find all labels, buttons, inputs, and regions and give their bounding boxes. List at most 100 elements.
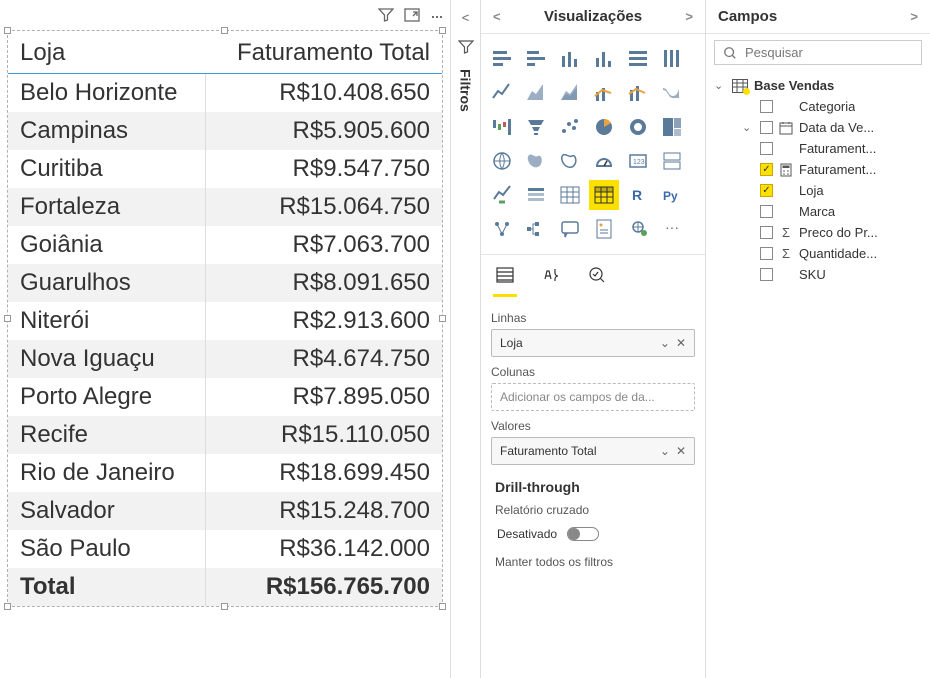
field-checkbox[interactable]: [760, 226, 773, 239]
field-checkbox[interactable]: [760, 205, 773, 218]
chevron-down-icon[interactable]: ⌄: [660, 444, 670, 458]
table-row[interactable]: Rio de JaneiroR$18.699.450: [8, 454, 442, 492]
resize-handle[interactable]: [439, 27, 446, 34]
values-well[interactable]: Faturamento Total ⌄✕: [491, 437, 695, 465]
matrix-visual[interactable]: ··· Loja Faturamento Total Belo Horizont…: [7, 30, 443, 607]
viz-100-bar[interactable]: [623, 44, 653, 74]
field-sku[interactable]: SKU: [714, 264, 922, 285]
col-header-faturamento[interactable]: Faturamento Total: [206, 31, 442, 74]
field-checkbox[interactable]: [760, 184, 773, 197]
table-node[interactable]: ⌄ Base Vendas: [714, 75, 922, 96]
analytics-tab[interactable]: [585, 259, 609, 297]
viz-funnel[interactable]: [521, 112, 551, 142]
viz-gauge[interactable]: [589, 146, 619, 176]
resize-handle[interactable]: [4, 27, 11, 34]
resize-handle[interactable]: [4, 315, 11, 322]
resize-handle[interactable]: [439, 603, 446, 610]
table-row[interactable]: Belo HorizonteR$10.408.650: [8, 74, 442, 113]
collapse-icon[interactable]: <: [493, 9, 501, 24]
field-checkbox[interactable]: [760, 247, 773, 260]
viz-donut[interactable]: [623, 112, 653, 142]
viz-kpi[interactable]: [487, 180, 517, 210]
field-faturament-[interactable]: Faturament...: [714, 159, 922, 180]
viz-line-stacked-col[interactable]: [623, 78, 653, 108]
cross-report-toggle[interactable]: [567, 527, 599, 541]
filters-pane-collapsed[interactable]: < Filtros: [450, 0, 480, 678]
viz-bar[interactable]: [521, 44, 551, 74]
expand-icon[interactable]: ⌄: [742, 121, 754, 134]
viz-slicer[interactable]: [521, 180, 551, 210]
columns-well[interactable]: Adicionar os campos de da...: [491, 383, 695, 411]
resize-handle[interactable]: [439, 315, 446, 322]
table-row[interactable]: CuritibaR$9.547.750: [8, 150, 442, 188]
viz-stacked-col[interactable]: [555, 44, 585, 74]
field-loja[interactable]: Loja: [714, 180, 922, 201]
table-row[interactable]: RecifeR$15.110.050: [8, 416, 442, 454]
viz-line-col[interactable]: [589, 78, 619, 108]
viz-waterfall[interactable]: [487, 112, 517, 142]
table-row[interactable]: São PauloR$36.142.000: [8, 530, 442, 568]
viz-qna[interactable]: [555, 214, 585, 244]
viz-matrix[interactable]: [589, 180, 619, 210]
chevron-down-icon[interactable]: ⌄: [660, 336, 670, 350]
viz-map[interactable]: [487, 146, 517, 176]
field-checkbox[interactable]: [760, 268, 773, 281]
fields-tab[interactable]: [493, 259, 517, 297]
focus-mode-icon[interactable]: [404, 7, 420, 26]
field-marca[interactable]: Marca: [714, 201, 922, 222]
table-row[interactable]: Nova IguaçuR$4.674.750: [8, 340, 442, 378]
viz-more[interactable]: ···: [657, 214, 687, 244]
table-row[interactable]: NiteróiR$2.913.600: [8, 302, 442, 340]
field-data-da-ve-[interactable]: ⌄Data da Ve...: [714, 117, 922, 138]
field-faturament-[interactable]: Faturament...: [714, 138, 922, 159]
table-row[interactable]: CampinasR$5.905.600: [8, 112, 442, 150]
viz-filled-map[interactable]: [521, 146, 551, 176]
field-checkbox[interactable]: [760, 163, 773, 176]
field-checkbox[interactable]: [760, 142, 773, 155]
viz-card[interactable]: 123: [623, 146, 653, 176]
remove-icon[interactable]: ✕: [676, 336, 686, 350]
more-options-icon[interactable]: ···: [430, 6, 442, 27]
resize-handle[interactable]: [4, 603, 11, 610]
field-quantidade-[interactable]: ΣQuantidade...: [714, 243, 922, 264]
viz-ribbon[interactable]: [657, 78, 687, 108]
viz-area[interactable]: [521, 78, 551, 108]
chevron-right-icon[interactable]: >: [910, 9, 918, 24]
resize-handle[interactable]: [221, 27, 228, 34]
viz-multi-card[interactable]: [657, 146, 687, 176]
filter-icon[interactable]: [378, 7, 394, 26]
collapse-icon[interactable]: ⌄: [714, 79, 726, 92]
viz-treemap[interactable]: [657, 112, 687, 142]
resize-handle[interactable]: [221, 603, 228, 610]
viz-100-col[interactable]: [657, 44, 687, 74]
viz-arcgis[interactable]: [623, 214, 653, 244]
rows-well[interactable]: Loja ⌄✕: [491, 329, 695, 357]
chevron-right-icon[interactable]: >: [685, 9, 693, 24]
viz-key-influencers[interactable]: [487, 214, 517, 244]
viz-stacked-bar[interactable]: [487, 44, 517, 74]
viz-table[interactable]: [555, 180, 585, 210]
fields-header[interactable]: Campos >: [706, 0, 930, 34]
field-categoria[interactable]: Categoria: [714, 96, 922, 117]
viz-col[interactable]: [589, 44, 619, 74]
table-row[interactable]: Porto AlegreR$7.895.050: [8, 378, 442, 416]
table-row[interactable]: FortalezaR$15.064.750: [8, 188, 442, 226]
viz-r-visual[interactable]: R: [623, 180, 653, 210]
viz-shape-map[interactable]: [555, 146, 585, 176]
viz-paginated[interactable]: [589, 214, 619, 244]
field-checkbox[interactable]: [760, 121, 773, 134]
format-tab[interactable]: [539, 259, 563, 297]
visualizations-header[interactable]: < Visualizações >: [481, 0, 705, 34]
expand-filters-icon[interactable]: <: [462, 10, 470, 25]
viz-line[interactable]: [487, 78, 517, 108]
remove-icon[interactable]: ✕: [676, 444, 686, 458]
field-preco-do-pr-[interactable]: ΣPreco do Pr...: [714, 222, 922, 243]
col-header-loja[interactable]: Loja: [8, 31, 206, 74]
viz-scatter[interactable]: [555, 112, 585, 142]
table-row[interactable]: SalvadorR$15.248.700: [8, 492, 442, 530]
table-row[interactable]: GoiâniaR$7.063.700: [8, 226, 442, 264]
viz-pie[interactable]: [589, 112, 619, 142]
field-checkbox[interactable]: [760, 100, 773, 113]
report-canvas[interactable]: ··· Loja Faturamento Total Belo Horizont…: [0, 0, 450, 678]
viz-stacked-area[interactable]: [555, 78, 585, 108]
